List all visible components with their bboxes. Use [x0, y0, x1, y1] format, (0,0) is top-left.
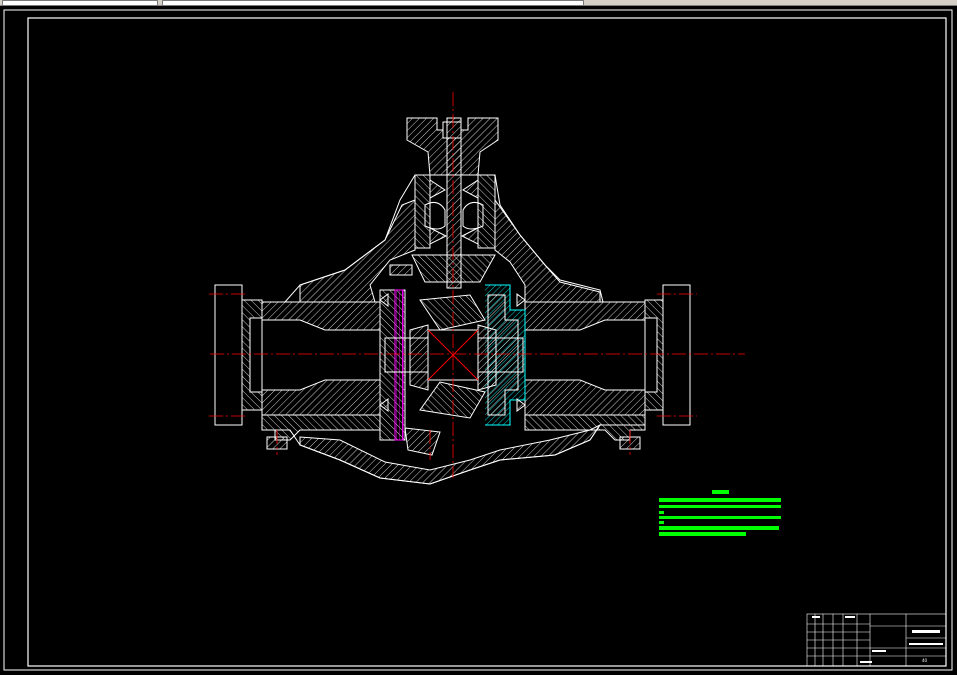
- planet-gear-right: [477, 324, 497, 391]
- notes-line-5: [659, 521, 664, 524]
- side-gear-lower: [419, 381, 486, 419]
- ring-gear-magenta: [394, 289, 404, 441]
- cad-drawing-viewport[interactable]: 40: [0, 6, 957, 675]
- right-end-flange: [662, 284, 691, 426]
- notes-heading: [712, 490, 729, 494]
- notes-line-2: [659, 505, 781, 508]
- left-end-flange: [214, 284, 243, 426]
- notes-line-4: [659, 516, 781, 519]
- differential-assembly-drawing: [214, 117, 691, 485]
- left-axle-tube-lower: [261, 379, 381, 416]
- bolt-top-left: [389, 264, 413, 276]
- left-axle-tube-upper: [261, 301, 381, 331]
- planet-gear-left: [409, 324, 429, 391]
- housing-right-wall: [494, 198, 601, 303]
- notes-line-1: [659, 498, 781, 502]
- housing-sump: [299, 423, 602, 485]
- right-axle-tube-upper: [524, 301, 646, 331]
- left-lower-housing: [261, 414, 381, 441]
- title-block: 40: [806, 613, 947, 667]
- right-axle-tube-lower: [524, 379, 646, 416]
- pinion-gear: [411, 254, 496, 283]
- technical-notes: [659, 490, 781, 536]
- notes-line-7: [659, 532, 746, 536]
- notes-line-3: [659, 511, 664, 514]
- notes-line-6: [659, 526, 779, 530]
- side-gear-upper: [419, 294, 486, 331]
- sheet-number: 40: [922, 658, 928, 663]
- pinion-neck: [414, 174, 431, 249]
- housing-left-wall: [299, 199, 416, 303]
- ring-gear: [404, 427, 441, 456]
